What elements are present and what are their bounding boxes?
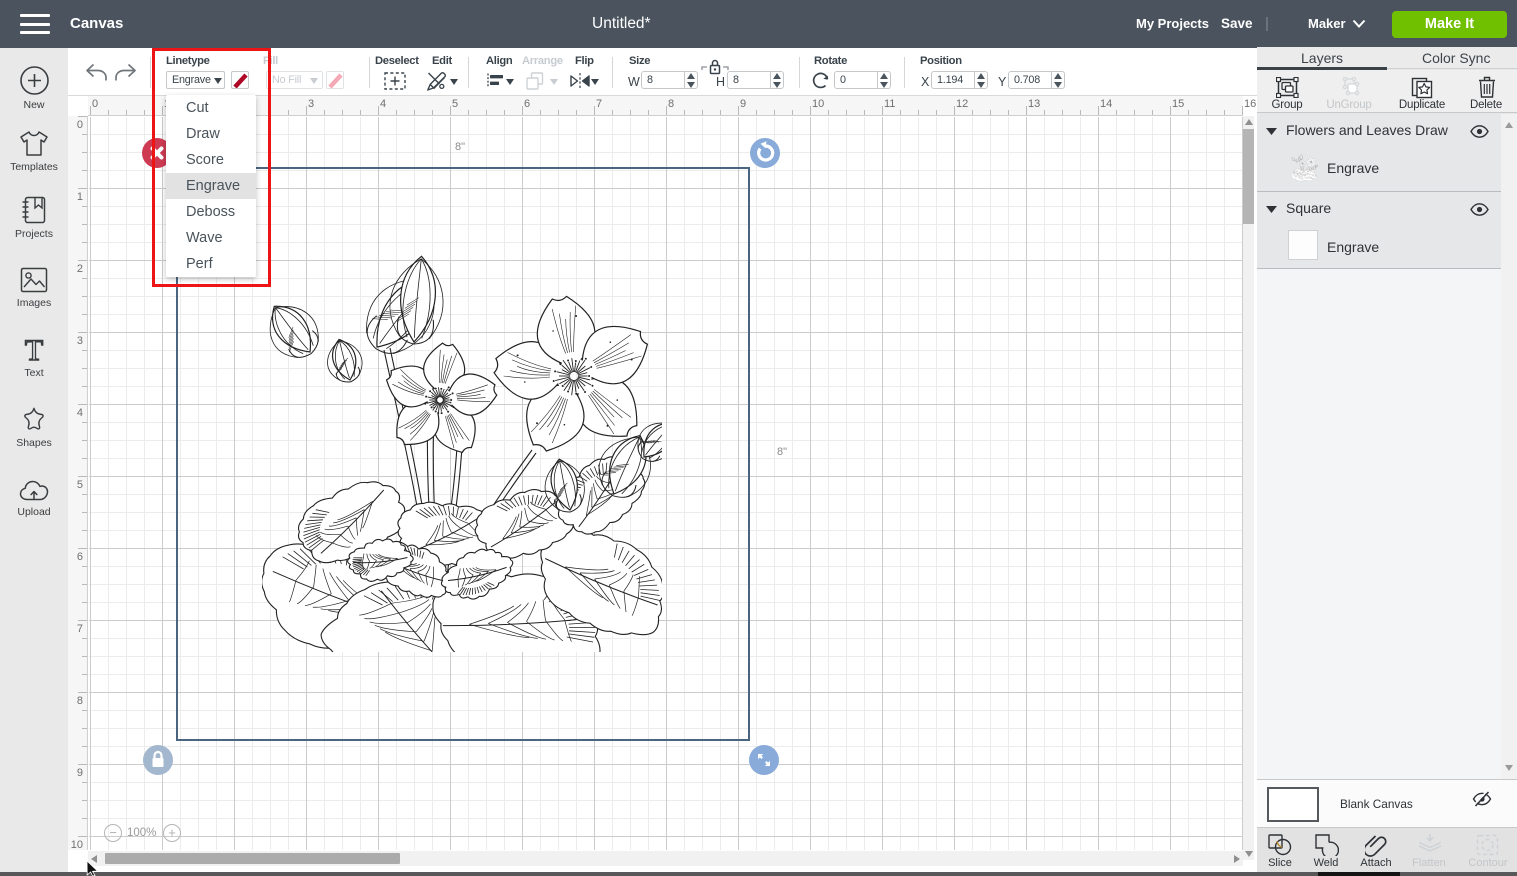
svg-text:T: T <box>25 336 43 363</box>
